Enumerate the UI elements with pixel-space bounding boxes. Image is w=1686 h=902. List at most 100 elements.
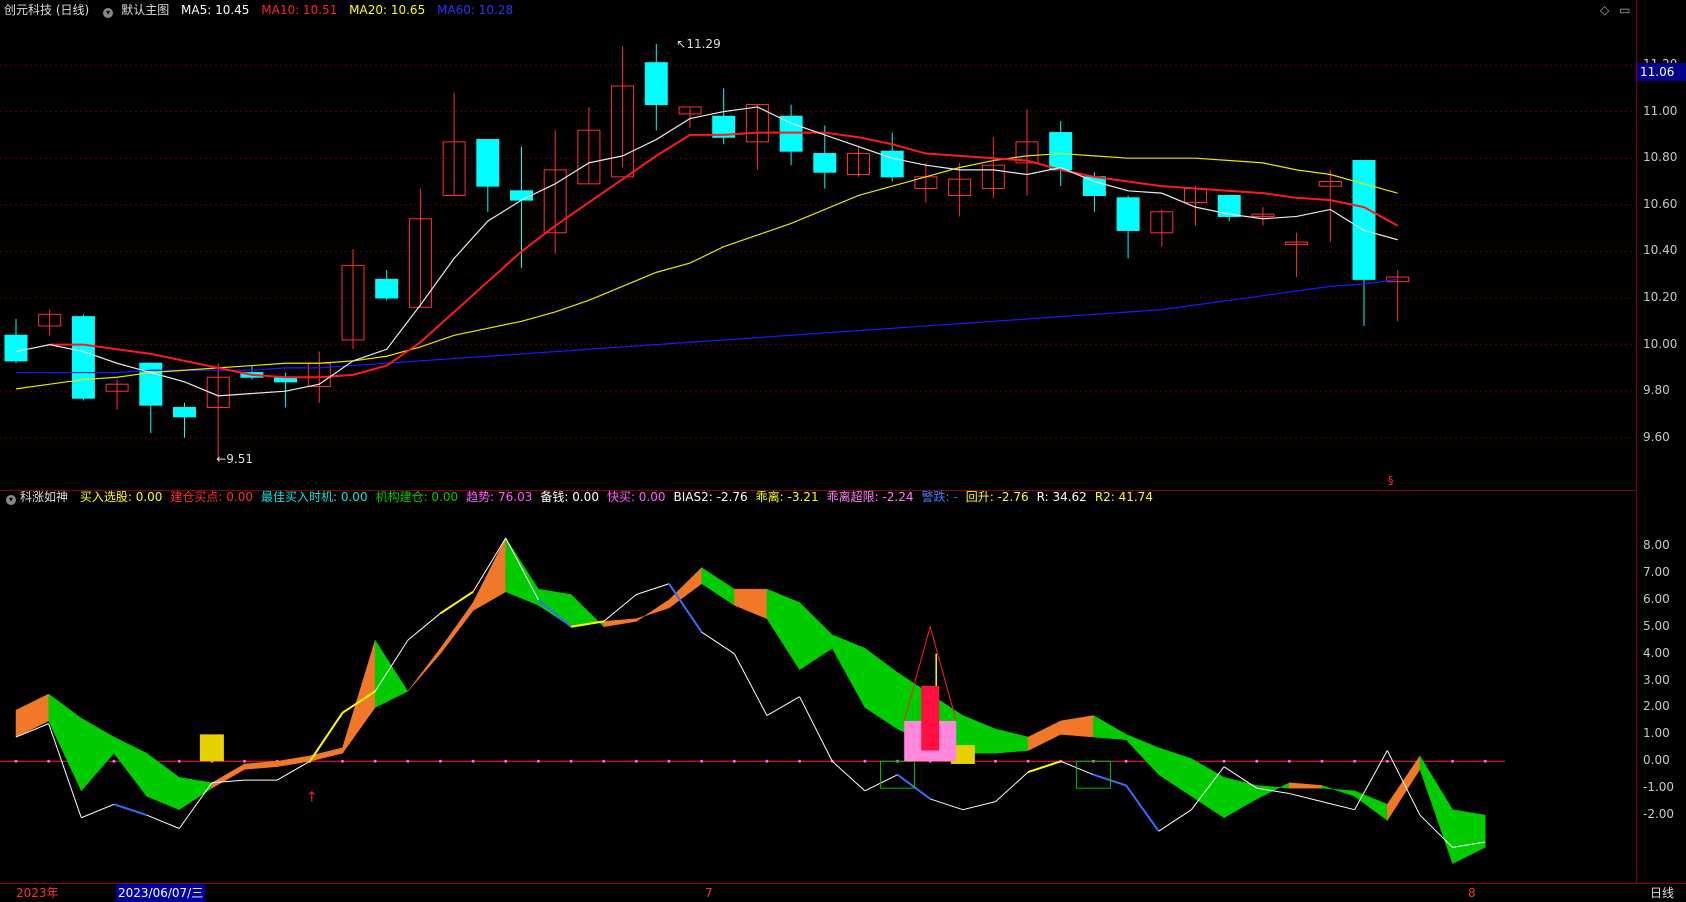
candle-body bbox=[1116, 197, 1140, 231]
candle-body bbox=[4, 334, 28, 362]
candle-body bbox=[71, 316, 95, 399]
right-axis: 11.2011.0010.8010.6010.4010.2010.009.809… bbox=[1636, 0, 1686, 883]
price-tick-label: 10.40 bbox=[1643, 243, 1678, 258]
trend-ribbon bbox=[1093, 715, 1127, 741]
zero-dot bbox=[341, 759, 344, 763]
indicator-tick-label: -1.00 bbox=[1643, 780, 1675, 795]
trend-ribbon bbox=[701, 567, 735, 606]
indicator-line bbox=[1027, 760, 1062, 773]
price-tick-label: 10.80 bbox=[1643, 150, 1678, 165]
indicator-line bbox=[995, 771, 1029, 802]
ma5-value: MA5: 10.45 bbox=[181, 3, 250, 17]
indicator-line bbox=[146, 814, 180, 829]
trend-ribbon bbox=[1223, 777, 1257, 819]
period-label[interactable]: 日线 bbox=[1650, 884, 1674, 902]
indicator-line bbox=[766, 696, 800, 716]
buy-arrow-icon: ↑ bbox=[306, 790, 318, 806]
indicator-line bbox=[1093, 773, 1127, 787]
ma20-value: MA20: 10.65 bbox=[349, 3, 426, 17]
trend-ribbon bbox=[799, 601, 833, 671]
zero-dot bbox=[471, 759, 475, 763]
trend-ribbon bbox=[1289, 782, 1323, 789]
price-chart[interactable]: ↖11.29 ←9.51 § bbox=[0, 20, 1636, 490]
indicator-line bbox=[603, 594, 637, 622]
dropdown-icon[interactable]: ▾ bbox=[103, 8, 114, 18]
zero-dot bbox=[1483, 759, 1487, 763]
price-tick-label: 10.20 bbox=[1643, 290, 1678, 304]
trend-ribbon bbox=[1387, 755, 1421, 822]
zero-dot bbox=[504, 759, 508, 763]
zero-dot bbox=[438, 759, 442, 763]
candle-body bbox=[476, 139, 500, 187]
indicator-tick-label: 5.00 bbox=[1643, 618, 1670, 633]
zero-dot bbox=[863, 759, 867, 763]
high-annotation: ↖11.29 bbox=[676, 37, 720, 51]
indicator-line bbox=[930, 798, 964, 811]
diamond-icon[interactable]: ◇ bbox=[1600, 3, 1609, 17]
indicator-line bbox=[831, 760, 866, 792]
indicator-tick-label: 6.00 bbox=[1643, 591, 1670, 606]
indicator-value: 最佳买入时机: 0.00 bbox=[261, 490, 368, 504]
candle-body bbox=[139, 362, 163, 406]
indicator-chart[interactable]: ↑ bbox=[0, 508, 1636, 883]
price-tick-label: 11.00 bbox=[1643, 103, 1678, 118]
indicator-tick-label: 4.00 bbox=[1643, 645, 1670, 660]
candle-body bbox=[173, 407, 196, 418]
date-bar: 2023年 2023/06/07/三 7 8 日线 bbox=[0, 883, 1686, 902]
dropdown-icon[interactable]: ▾ bbox=[6, 495, 16, 505]
trend-ribbon bbox=[113, 736, 147, 797]
candle-body bbox=[1352, 160, 1376, 280]
zero-dot bbox=[1320, 759, 1324, 763]
trend-ribbon bbox=[1158, 747, 1192, 797]
zero-dot bbox=[14, 759, 18, 763]
indicator-tick-label: 3.00 bbox=[1643, 672, 1670, 687]
indicator-line bbox=[1060, 760, 1094, 776]
marker-icon: § bbox=[1388, 474, 1394, 487]
ma10-value: MA10: 10.51 bbox=[261, 3, 338, 17]
ma60-line bbox=[16, 278, 1398, 374]
indicator-tick-label: 2.00 bbox=[1643, 699, 1670, 714]
indicator-line bbox=[896, 773, 931, 800]
trend-ribbon bbox=[766, 588, 800, 671]
zero-dot bbox=[243, 759, 247, 763]
template-label[interactable]: 默认主图 bbox=[121, 3, 169, 17]
zero-dot bbox=[765, 759, 769, 763]
trend-ribbon bbox=[342, 640, 376, 754]
current-price-box: 11.06 bbox=[1637, 63, 1686, 81]
window-icon[interactable]: ▭ bbox=[1619, 3, 1630, 17]
indicator-value: 警跌: - bbox=[921, 490, 958, 504]
zero-dot bbox=[1385, 759, 1389, 763]
candle-body bbox=[813, 153, 837, 173]
candle-body bbox=[1217, 194, 1241, 217]
indicator-tick-label: 7.00 bbox=[1643, 564, 1670, 579]
indicator-tick-label: 1.00 bbox=[1643, 726, 1670, 741]
zero-dot bbox=[112, 759, 116, 763]
indicator-line bbox=[113, 803, 147, 817]
date-label: 2023/06/07/三 bbox=[116, 884, 206, 902]
indicator-name[interactable]: 科涨如神 bbox=[20, 490, 68, 504]
trend-ribbon bbox=[48, 693, 82, 791]
stock-title[interactable]: 创元科技 (日线) bbox=[4, 3, 89, 17]
candle-body bbox=[644, 62, 668, 106]
trend-ribbon bbox=[1419, 754, 1453, 864]
price-tick-label: 9.80 bbox=[1643, 383, 1670, 398]
trend-ribbon bbox=[636, 599, 670, 622]
indicator-tick-label: 0.00 bbox=[1643, 753, 1670, 768]
month-8-label: 8 bbox=[1468, 886, 1476, 900]
trend-ribbon bbox=[995, 728, 1029, 754]
indicator-value: 建仓买点: 0.00 bbox=[170, 490, 253, 504]
month-7-label: 7 bbox=[705, 886, 713, 900]
indicator-line bbox=[1289, 793, 1323, 803]
zero-dot bbox=[177, 759, 181, 763]
zero-dot bbox=[700, 759, 704, 763]
indicator-value: 机构建仓: 0.00 bbox=[375, 490, 459, 504]
indicator-line bbox=[81, 803, 115, 819]
indicator-line bbox=[636, 583, 670, 595]
top-icons: ◇ ▭ bbox=[1600, 3, 1630, 17]
indicator-tick-label: -2.00 bbox=[1643, 807, 1675, 822]
trend-ribbon bbox=[1027, 720, 1062, 751]
candle-body bbox=[779, 115, 803, 152]
trend-ribbon bbox=[1321, 785, 1355, 797]
zero-dot bbox=[634, 759, 638, 763]
trend-ribbon bbox=[374, 639, 409, 708]
